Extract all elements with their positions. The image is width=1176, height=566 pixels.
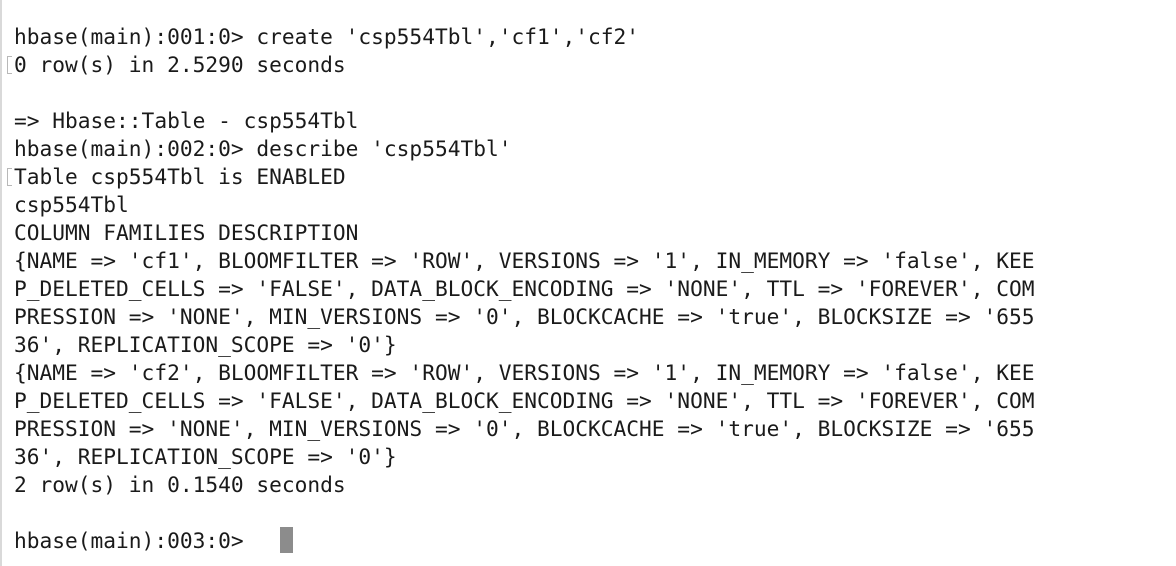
terminal-window[interactable]: hbase(main):001:0> create 'csp554Tbl','c… — [0, 0, 1176, 566]
output-marker — [7, 56, 12, 74]
terminal-line-output: csp554Tbl — [14, 192, 129, 217]
terminal-line-output: PRESSION => 'NONE', MIN_VERSIONS => '0',… — [14, 304, 1035, 329]
terminal-line-output: 2 row(s) in 0.1540 seconds — [14, 472, 346, 497]
terminal-line-command-create: hbase(main):001:0> create 'csp554Tbl','c… — [14, 24, 640, 49]
terminal-line-output: Table csp554Tbl is ENABLED — [14, 164, 346, 189]
terminal-line-output: 0 row(s) in 2.5290 seconds — [14, 52, 346, 77]
terminal-line-output: => Hbase::Table - csp554Tbl — [14, 108, 359, 133]
output-marker — [7, 168, 12, 186]
terminal-line-output: P_DELETED_CELLS => 'FALSE', DATA_BLOCK_E… — [14, 276, 1035, 301]
terminal-line-output: PRESSION => 'NONE', MIN_VERSIONS => '0',… — [14, 416, 1035, 441]
terminal-line-output: 36', REPLICATION_SCOPE => '0'} — [14, 332, 397, 357]
terminal-line-output: {NAME => 'cf1', BLOOMFILTER => 'ROW', VE… — [14, 248, 1035, 273]
terminal-prompt[interactable]: hbase(main):003:0> — [14, 527, 256, 555]
terminal-line-output: P_DELETED_CELLS => 'FALSE', DATA_BLOCK_E… — [14, 388, 1035, 413]
text-cursor — [280, 527, 293, 553]
terminal-line-output: COLUMN FAMILIES DESCRIPTION — [14, 220, 359, 245]
terminal-line-output: 36', REPLICATION_SCOPE => '0'} — [14, 444, 397, 469]
terminal-line-output: {NAME => 'cf2', BLOOMFILTER => 'ROW', VE… — [14, 360, 1035, 385]
terminal-line-command-describe: hbase(main):002:0> describe 'csp554Tbl' — [14, 136, 512, 161]
